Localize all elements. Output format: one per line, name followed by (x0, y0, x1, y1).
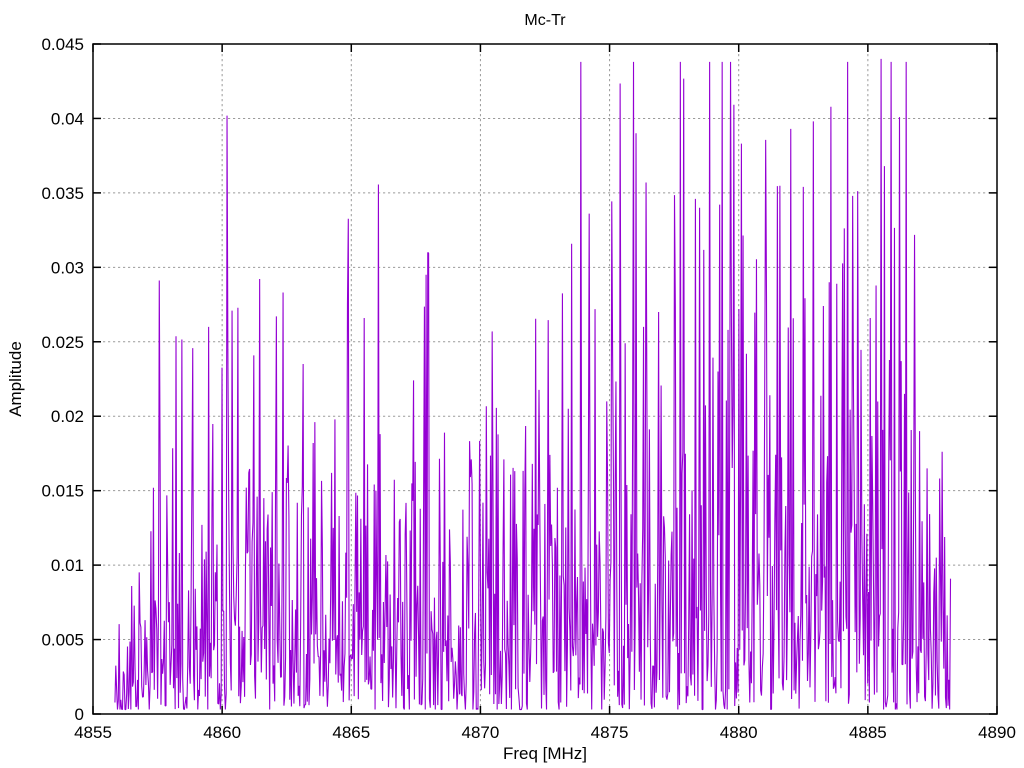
x-tick-label: 4855 (74, 723, 112, 742)
chart-title: Mc-Tr (524, 12, 566, 29)
y-tick-label: 0.015 (41, 482, 84, 501)
y-tick-label: 0.01 (51, 556, 84, 575)
x-tick-label: 4890 (978, 723, 1016, 742)
x-tick-label: 4885 (849, 723, 887, 742)
x-axis-label: Freq [MHz] (503, 744, 587, 763)
y-tick-label: 0.03 (51, 258, 84, 277)
y-axis-label: Amplitude (6, 341, 25, 417)
y-tick-label: 0.005 (41, 631, 84, 650)
x-tick-label: 4865 (332, 723, 370, 742)
x-tick-label: 4860 (203, 723, 241, 742)
x-tick-label: 4870 (462, 723, 500, 742)
x-tick-label: 4875 (591, 723, 629, 742)
spectrum-chart: 4855 4860 4865 4870 4875 4880 4885 4890 0 0.005 0.… (6, 12, 1016, 763)
y-tick-label: 0.04 (51, 109, 84, 128)
gnuplot-chart-window: 4855 4860 4865 4870 4875 4880 4885 4890 0 0.005 0.… (0, 0, 1024, 768)
y-tick-label: 0 (75, 705, 84, 724)
x-tick-label: 4880 (720, 723, 758, 742)
y-tick-label: 0.035 (41, 184, 84, 203)
y-tick-label: 0.045 (41, 35, 84, 54)
series-line (114, 58, 952, 711)
series-layer (114, 58, 952, 711)
y-tick-label: 0.025 (41, 333, 84, 352)
y-tick-label: 0.02 (51, 407, 84, 426)
